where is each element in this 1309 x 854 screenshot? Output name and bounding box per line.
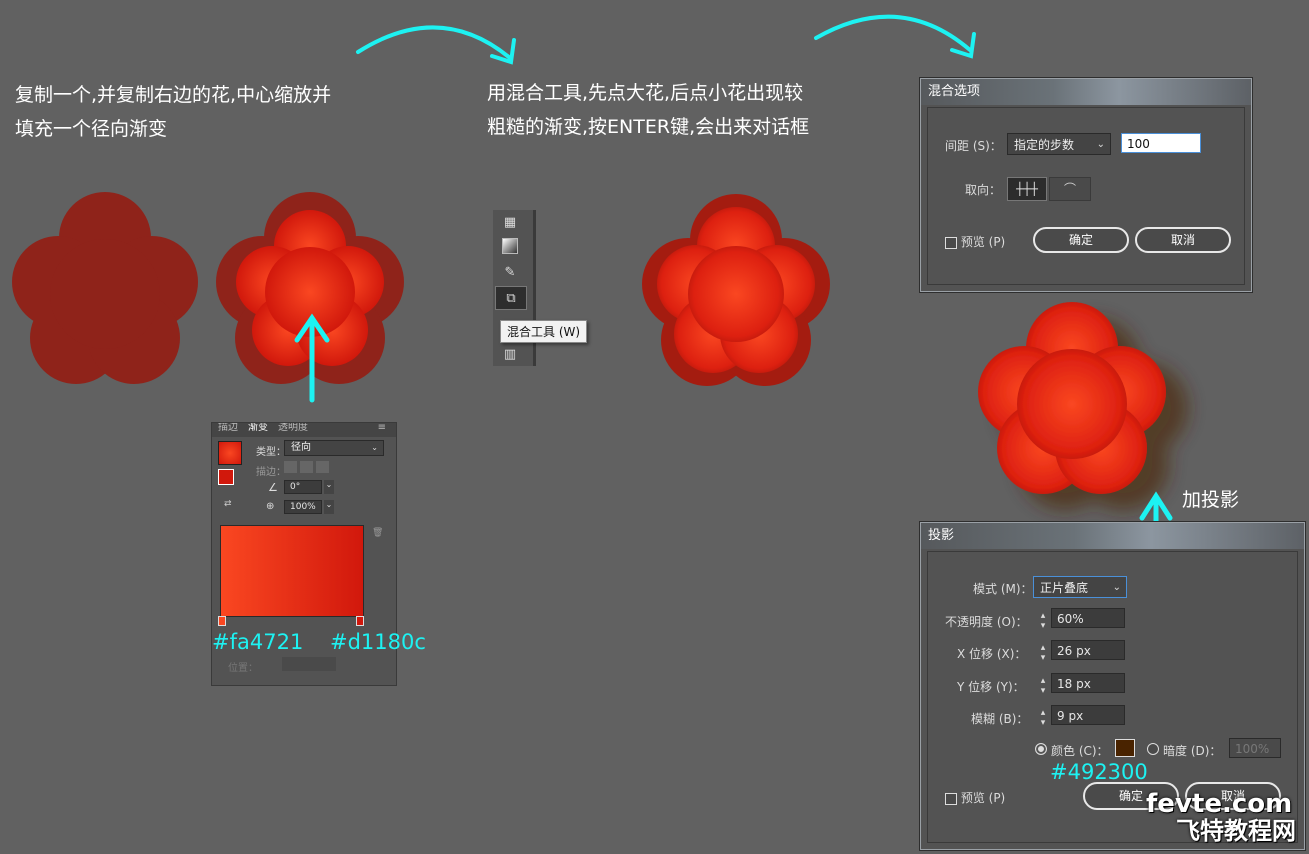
flower-blend-inner xyxy=(657,207,815,373)
y-offset-label: Y 位移 (Y)： xyxy=(957,680,1025,694)
tab-gradient[interactable]: 渐变 xyxy=(248,423,268,437)
stroke-buttons xyxy=(284,461,330,473)
step1-text-line2: 填充一个径向渐变 xyxy=(15,118,168,140)
gradient-stop-right[interactable] xyxy=(356,616,364,626)
angle-input[interactable]: 0° xyxy=(284,480,322,494)
angle-icon: ∠ xyxy=(268,481,278,494)
blend-tool-tooltip: 混合工具 (W) xyxy=(500,320,588,343)
blend-dialog-title: 混合选项 xyxy=(921,79,1251,105)
stroke-label: 描边： xyxy=(256,467,286,478)
stroke-along-icon[interactable] xyxy=(300,461,313,473)
color-label: 颜色 (C)： xyxy=(1051,744,1109,758)
hex-label-shadow: #492300 xyxy=(1050,760,1148,784)
step2-text-line2: 粗糙的渐变,按ENTER键,会出来对话框 xyxy=(487,116,810,138)
tab-transparency[interactable]: 透明度 xyxy=(278,423,308,437)
shadow-color-swatch[interactable] xyxy=(1115,739,1135,757)
gradient-stop-left[interactable] xyxy=(218,616,226,626)
step3-text: 加投影 xyxy=(1182,489,1240,511)
y-offset-input[interactable]: 18 px xyxy=(1051,673,1125,693)
shadow-dialog-title: 投影 xyxy=(921,523,1304,549)
align-to-page-icon[interactable]: ┼┼┼ xyxy=(1007,177,1047,201)
watermark-site-name: 飞特教程网 xyxy=(1176,817,1296,845)
type-label: 类型： xyxy=(256,447,286,458)
mesh-icon[interactable]: ▦ xyxy=(499,212,521,232)
gradient-preview[interactable] xyxy=(220,525,364,617)
tab-stroke[interactable]: 描边 xyxy=(218,423,238,437)
mode-label: 模式 (M)： xyxy=(973,582,1033,596)
position-label: 位置： xyxy=(228,663,258,674)
checkbox-icon[interactable] xyxy=(945,792,957,805)
opacity-input[interactable]: 60% xyxy=(1051,608,1125,628)
watermark-domain: fevte.com xyxy=(1146,789,1293,819)
arrow-curved-2 xyxy=(814,14,976,59)
eyedropper-icon[interactable]: ✎ xyxy=(499,262,521,282)
blur-spinner-icon[interactable]: ▴ ▾ xyxy=(1037,708,1049,728)
blend-tool-icon[interactable]: ⧉ xyxy=(495,286,527,310)
hex-label-left: #fa4721 xyxy=(212,630,304,654)
x-offset-label: X 位移 (X)： xyxy=(957,647,1027,661)
fill-stroke-icon[interactable] xyxy=(218,469,234,485)
blur-label: 模糊 (B)： xyxy=(971,712,1029,726)
blend-preview-checkbox[interactable]: 预览 (P) xyxy=(945,233,1005,250)
flower-original xyxy=(12,192,198,384)
color-radio[interactable] xyxy=(1035,743,1047,755)
opacity-label: 不透明度 (O)： xyxy=(945,615,1028,629)
darkness-radio[interactable] xyxy=(1147,743,1159,755)
reverse-icon[interactable]: ⇄ xyxy=(224,499,232,509)
spacing-select[interactable]: 指定的步数 ⌄ xyxy=(1007,133,1111,155)
flower-shadow xyxy=(978,302,1166,494)
x-offset-input[interactable]: 26 px xyxy=(1051,640,1125,660)
align-to-path-icon[interactable]: ⌒ xyxy=(1049,177,1091,201)
shadow-preview-checkbox[interactable]: 预览 (P) xyxy=(945,789,1005,806)
gradient-type-select[interactable]: 径向 ⌄ xyxy=(284,440,384,456)
graph-icon[interactable]: ▥ xyxy=(499,344,521,364)
darkness-label: 暗度 (D)： xyxy=(1163,744,1222,758)
aspect-icon: ⊕ xyxy=(266,501,275,512)
checkbox-icon[interactable] xyxy=(945,236,957,249)
hex-label-right: #d1180c xyxy=(330,630,426,654)
opacity-spinner-icon[interactable]: ▴ ▾ xyxy=(1037,611,1049,631)
step1-text-line1: 复制一个,并复制右边的花,中心缩放并 xyxy=(15,84,332,106)
delete-stop-icon[interactable]: 🗑 xyxy=(372,528,383,538)
stroke-within-icon[interactable] xyxy=(284,461,297,473)
blend-cancel-button[interactable]: 取消 xyxy=(1135,227,1231,253)
blend-options-dialog: 混合选项 间距 (S)： 指定的步数 ⌄ 100 取向： ┼┼┼ ⌒ 预览 (P)… xyxy=(920,78,1252,292)
panel-menu-icon[interactable]: ≡ xyxy=(378,423,396,437)
gradient-icon[interactable] xyxy=(499,236,521,256)
orientation-label: 取向： xyxy=(965,183,1002,197)
y-offset-spinner-icon[interactable]: ▴ ▾ xyxy=(1037,676,1049,696)
step2-text-line1: 用混合工具,先点大花,后点小花出现较 xyxy=(487,82,804,104)
steps-input[interactable]: 100 xyxy=(1121,133,1201,153)
arrow-curved-1 xyxy=(356,25,516,65)
angle-dropdown-icon[interactable]: ⌄ xyxy=(324,480,334,494)
position-input[interactable] xyxy=(282,657,336,671)
mode-select[interactable]: 正片叠底 ⌄ xyxy=(1033,576,1127,598)
stroke-across-icon[interactable] xyxy=(316,461,329,473)
blend-ok-button[interactable]: 确定 xyxy=(1033,227,1129,253)
aspect-input[interactable]: 100% xyxy=(284,500,322,514)
spacing-label: 间距 (S)： xyxy=(945,139,1002,153)
darkness-input[interactable]: 100% xyxy=(1229,738,1281,758)
panel-tabs: 描边 渐变 透明度 ≡ xyxy=(212,423,396,437)
blur-input[interactable]: 9 px xyxy=(1051,705,1125,725)
x-offset-spinner-icon[interactable]: ▴ ▾ xyxy=(1037,643,1049,663)
gradient-swatch[interactable] xyxy=(218,441,242,465)
aspect-dropdown-icon[interactable]: ⌄ xyxy=(324,500,334,514)
